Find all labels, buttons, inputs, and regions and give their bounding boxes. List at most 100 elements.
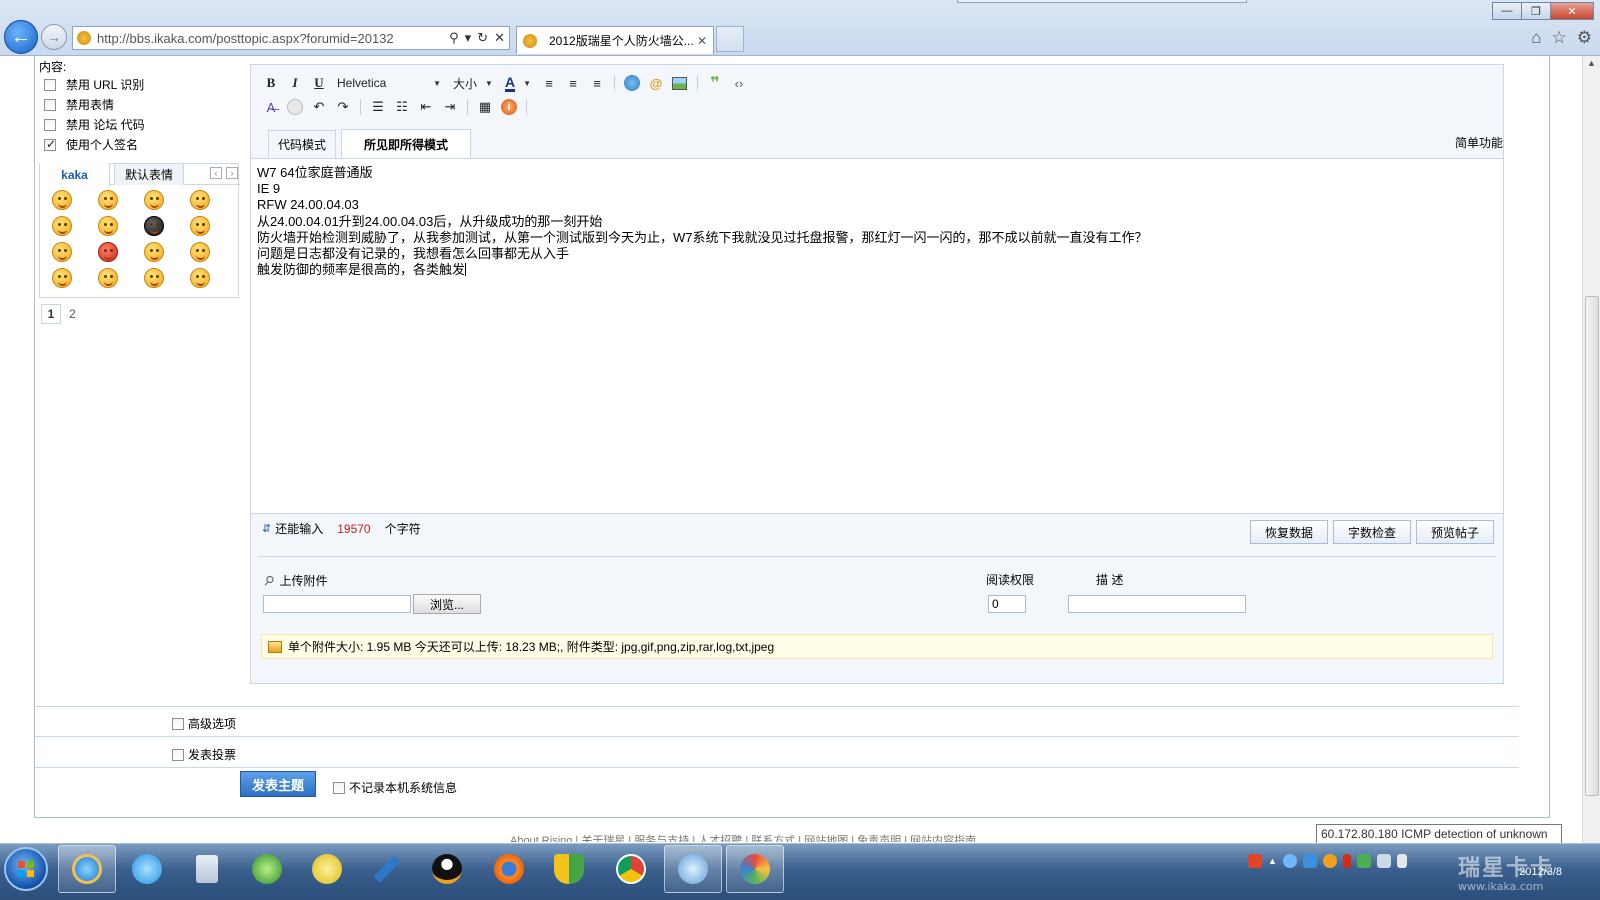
simple-function-link[interactable]: 简单功能 <box>1455 134 1503 151</box>
font-select[interactable]: Helvetica ▼ <box>333 76 445 90</box>
page-1[interactable]: 1 <box>41 304 61 324</box>
ordered-list-icon[interactable]: ☰ <box>368 97 388 117</box>
submit-topic-button[interactable]: 发表主题 <box>240 771 316 797</box>
favorites-star-icon[interactable]: ☆ <box>1552 28 1567 48</box>
refresh-icon[interactable]: ↻ <box>477 30 488 46</box>
insert-link-icon[interactable] <box>622 73 642 93</box>
taskbar-ie[interactable] <box>58 845 116 893</box>
insert-image-icon[interactable] <box>670 73 690 93</box>
smiley-icon[interactable] <box>190 268 210 288</box>
code-icon[interactable]: ‹› <box>729 73 749 93</box>
vertical-scrollbar[interactable]: ▲ <box>1582 56 1600 856</box>
browse-button[interactable]: 浏览... <box>413 594 481 614</box>
smiley-icon[interactable] <box>190 216 210 236</box>
taskbar-app-globe[interactable] <box>238 845 296 893</box>
advanced-options[interactable]: 高级选项 <box>172 715 236 732</box>
checkbox[interactable] <box>333 781 345 794</box>
restore-button[interactable]: ❐ <box>1521 2 1551 20</box>
taskbar-app-chat[interactable] <box>664 845 722 893</box>
tray-qq-icon[interactable] <box>1322 854 1337 868</box>
outdent-icon[interactable]: ⇤ <box>416 97 436 117</box>
align-left-icon[interactable]: ≡ <box>539 73 559 93</box>
file-path-input[interactable] <box>263 595 411 613</box>
scroll-thumb[interactable] <box>1585 296 1599 796</box>
option-disable-bbcode[interactable]: 禁用 论坛 代码 <box>44 116 145 133</box>
taskbar-app-lemon[interactable] <box>298 845 356 893</box>
minimize-button[interactable]: — <box>1492 2 1522 20</box>
taskbar-chrome[interactable] <box>602 845 660 893</box>
insert-email-icon[interactable]: @ <box>646 73 666 93</box>
stop-icon[interactable]: ✕ <box>494 30 505 46</box>
footer-links[interactable]: About Rising | 关于瑞星 | 服务与支持 | 人才招聘 | 联系方… <box>510 832 976 842</box>
smiley-tab-default[interactable]: 默认表情 <box>114 163 184 185</box>
smiley-icon[interactable] <box>52 242 72 262</box>
smiley-icon[interactable] <box>144 190 164 210</box>
option-disable-smilies[interactable]: 禁用表情 <box>44 96 114 113</box>
dropdown-icon[interactable]: ▾ <box>465 30 472 46</box>
quote-icon[interactable]: ❞ <box>705 73 725 93</box>
underline-button[interactable]: U <box>309 73 329 93</box>
restore-data-button[interactable]: 恢复数据 <box>1250 520 1328 544</box>
checkbox[interactable] <box>44 118 56 131</box>
no-system-info-option[interactable]: 不记录本机系统信息 <box>333 779 457 796</box>
unordered-list-icon[interactable]: ☷ <box>392 97 412 117</box>
chevron-right-icon[interactable]: › <box>226 167 238 179</box>
taskbar-qq[interactable] <box>418 845 476 893</box>
smiley-icon[interactable] <box>52 216 72 236</box>
smiley-icon[interactable] <box>190 190 210 210</box>
start-button[interactable] <box>4 847 48 891</box>
taskbar-paint[interactable] <box>726 845 784 893</box>
address-bar[interactable]: http://bbs.ikaka.com/posttopic.aspx?foru… <box>72 26 510 50</box>
checkbox[interactable] <box>44 78 56 91</box>
tray-chat-icon[interactable] <box>1282 854 1297 868</box>
read-permission-input[interactable]: 0 <box>988 595 1026 613</box>
align-center-icon[interactable]: ≡ <box>563 73 583 93</box>
forward-button[interactable]: → <box>41 24 67 50</box>
align-right-icon[interactable]: ≡ <box>587 73 607 93</box>
new-tab-button[interactable] <box>716 26 744 52</box>
preview-post-button[interactable]: 预览帖子 <box>1416 520 1494 544</box>
smiley-icon[interactable] <box>98 190 118 210</box>
table-icon[interactable]: ▦ <box>475 97 495 117</box>
checkbox-checked[interactable] <box>44 137 56 151</box>
taskbar-app-bird[interactable] <box>358 845 416 893</box>
close-button[interactable]: ✕ <box>1550 2 1594 20</box>
redo-icon[interactable]: ↷ <box>333 97 353 117</box>
smiley-icon[interactable] <box>98 242 118 262</box>
post-poll-option[interactable]: 发表投票 <box>172 746 236 763</box>
checkbox[interactable] <box>172 748 184 761</box>
checkbox[interactable] <box>44 98 56 111</box>
search-icon[interactable]: ⚲ <box>449 30 459 46</box>
browser-tab[interactable]: 2012版瑞星个人防火墙公... ✕ <box>516 26 714 54</box>
taskbar-firefox[interactable] <box>480 845 538 893</box>
bold-button[interactable]: B <box>261 73 281 93</box>
tab-code-mode[interactable]: 代码模式 <box>268 130 336 158</box>
tray-rising-icon[interactable] <box>1342 854 1351 868</box>
font-color-select[interactable]: A ▼ <box>501 75 535 92</box>
remove-format-icon[interactable]: A̶ <box>261 97 281 117</box>
smiley-icon[interactable] <box>52 190 72 210</box>
info-icon[interactable]: i <box>499 97 519 117</box>
size-select[interactable]: 大小 ▼ <box>449 75 497 92</box>
smiley-icon[interactable] <box>144 216 164 236</box>
home-icon[interactable]: ⌂ <box>1531 28 1541 48</box>
sogou-input-icon[interactable] <box>1248 854 1262 868</box>
tray-expand-icon[interactable]: ▲ <box>1268 856 1277 866</box>
smiley-icon[interactable] <box>98 216 118 236</box>
smiley-icon[interactable] <box>190 242 210 262</box>
indent-icon[interactable]: ⇥ <box>440 97 460 117</box>
taskbar-calculator[interactable] <box>178 845 236 893</box>
italic-button[interactable]: I <box>285 73 305 93</box>
word-count-button[interactable]: 字数检查 <box>1333 520 1411 544</box>
tools-gear-icon[interactable]: ⚙ <box>1577 28 1592 48</box>
tab-wysiwyg-mode[interactable]: 所见即所得模式 <box>341 129 471 159</box>
smiley-icon[interactable] <box>144 242 164 262</box>
address-url[interactable]: http://bbs.ikaka.com/posttopic.aspx?foru… <box>97 31 394 46</box>
editor-textarea[interactable]: W7 64位家庭普通版 IE 9 RFW 24.00.04.03 从24.00.… <box>250 158 1504 514</box>
smiley-icon[interactable] <box>98 268 118 288</box>
smiley-tab-kaka[interactable]: kaka <box>40 163 110 186</box>
undo-icon[interactable]: ↶ <box>309 97 329 117</box>
back-button[interactable]: ← <box>4 20 38 54</box>
smiley-insert-icon[interactable] <box>285 97 305 117</box>
taskbar-messenger[interactable] <box>118 845 176 893</box>
